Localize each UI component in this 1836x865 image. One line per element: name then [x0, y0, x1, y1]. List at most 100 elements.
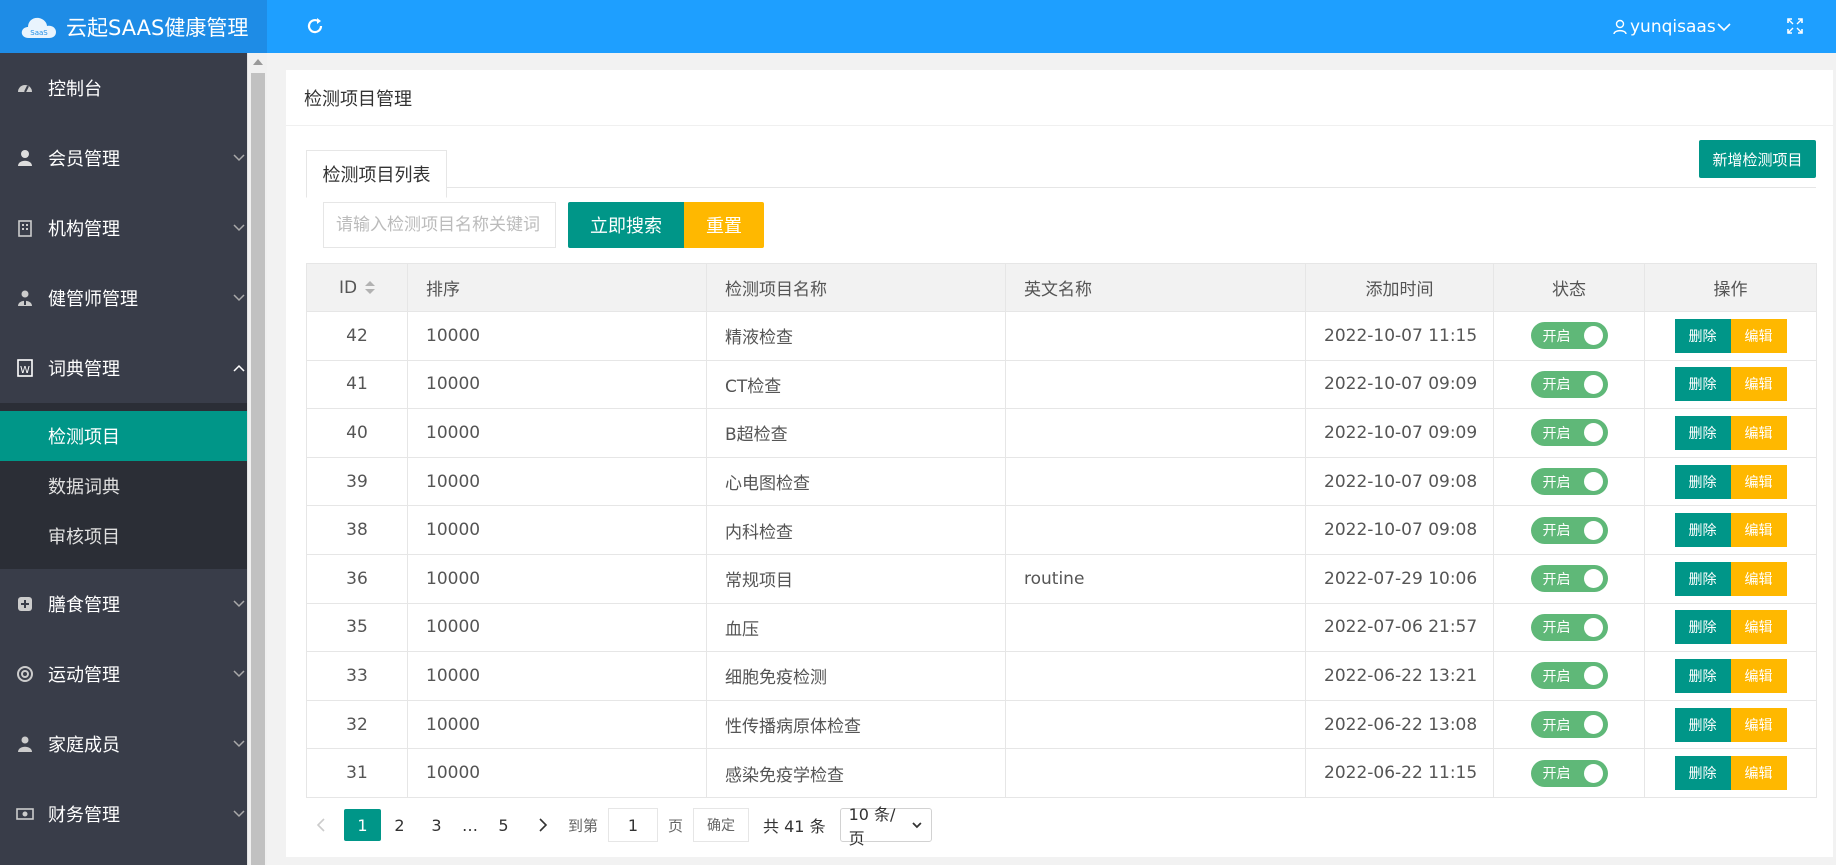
- logo-area[interactable]: SaaS 云起SAAS健康管理: [0, 0, 267, 53]
- sidebar-item-members[interactable]: 会员管理: [0, 123, 247, 193]
- page-size-select[interactable]: 10 条/页: [839, 805, 932, 848]
- cell-id: 41: [306, 359, 408, 410]
- sidebar-subitem-review-items[interactable]: 审核项目: [0, 511, 247, 561]
- cell-status: 开启: [1493, 408, 1645, 458]
- cell-added-time: 2022-10-07 09:09: [1305, 408, 1494, 458]
- table-row: 42 10000 精液检查 2022-10-07 11:15 开启 删除 编辑: [306, 311, 1817, 361]
- sidebar-item-label: 词典管理: [48, 359, 120, 380]
- status-toggle[interactable]: 开启: [1530, 662, 1608, 690]
- sidebar-subitem-data-dictionary[interactable]: 数据词典: [0, 461, 247, 511]
- delete-button[interactable]: 删除: [1674, 658, 1731, 693]
- refresh-button[interactable]: [300, 11, 330, 41]
- delete-button[interactable]: 删除: [1674, 707, 1731, 742]
- tab-test-item-list[interactable]: 检测项目列表: [306, 150, 447, 198]
- status-toggle[interactable]: 开启: [1530, 759, 1608, 787]
- search-input[interactable]: [323, 202, 556, 248]
- sidebar-item-exercise[interactable]: 运动管理: [0, 639, 247, 709]
- column-header-name: 检测项目名称: [706, 263, 1006, 312]
- sidebar-item-health-managers[interactable]: 健管师管理: [0, 263, 247, 333]
- page-button-1[interactable]: 1: [344, 809, 381, 841]
- sidebar-item-finance[interactable]: 财务管理: [0, 779, 247, 849]
- cell-added-time: 2022-06-22 11:15: [1305, 748, 1494, 798]
- table-row: 35 10000 血压 2022-07-06 21:57 开启 删除 编辑: [306, 602, 1817, 653]
- refresh-icon: [307, 18, 323, 34]
- toggle-knob: [1583, 715, 1603, 735]
- chevron-right-icon: [539, 818, 548, 832]
- toggle-knob: [1583, 569, 1603, 589]
- status-toggle[interactable]: 开启: [1530, 516, 1608, 544]
- toggle-knob: [1583, 763, 1603, 783]
- fullscreen-button[interactable]: [1780, 11, 1810, 41]
- edit-button[interactable]: 编辑: [1730, 318, 1787, 353]
- sort-icon[interactable]: [365, 280, 376, 295]
- sidebar-item-organizations[interactable]: 机构管理: [0, 193, 247, 263]
- delete-button[interactable]: 删除: [1674, 610, 1731, 645]
- edit-button[interactable]: 编辑: [1730, 367, 1787, 402]
- user-icon: [16, 149, 34, 167]
- status-toggle[interactable]: 开启: [1530, 711, 1608, 739]
- delete-button[interactable]: 删除: [1674, 367, 1731, 402]
- cell-id: 35: [306, 602, 408, 653]
- add-test-item-button[interactable]: 新增检测项目: [1699, 140, 1816, 178]
- delete-button[interactable]: 删除: [1674, 415, 1731, 450]
- edit-button[interactable]: 编辑: [1730, 756, 1787, 791]
- edit-button[interactable]: 编辑: [1730, 561, 1787, 596]
- status-toggle[interactable]: 开启: [1530, 370, 1608, 398]
- sidebar-item-dictionary[interactable]: W 词典管理: [0, 333, 247, 403]
- cell-added-time: 2022-10-07 09:09: [1305, 359, 1494, 410]
- status-toggle[interactable]: 开启: [1530, 613, 1608, 641]
- cell-operations: 删除 编辑: [1644, 359, 1817, 410]
- delete-button[interactable]: 删除: [1674, 561, 1731, 596]
- goto-confirm-button[interactable]: 确定: [693, 808, 750, 842]
- sidebar-item-dashboard[interactable]: 控制台: [0, 53, 247, 123]
- delete-button[interactable]: 删除: [1674, 756, 1731, 791]
- goto-page-input[interactable]: [608, 808, 659, 842]
- status-toggle[interactable]: 开启: [1530, 565, 1608, 593]
- test-items-table: ID 排序 检测项目名称 英文名称 添加时间 状态 操作 42 10000 精液检查…: [306, 263, 1817, 798]
- cell-id: 38: [306, 505, 408, 555]
- cell-name: 内科检查: [706, 505, 1006, 555]
- scroll-thumb[interactable]: [251, 73, 265, 865]
- cell-sort: 10000: [407, 408, 707, 458]
- edit-button[interactable]: 编辑: [1730, 658, 1787, 693]
- scroll-up-arrow-icon[interactable]: [253, 59, 263, 65]
- status-toggle[interactable]: 开启: [1530, 322, 1608, 350]
- cell-name: 性传播病原体检查: [706, 699, 1006, 750]
- page-button-last[interactable]: 5: [485, 809, 522, 841]
- user-menu[interactable]: yunqisaas: [1612, 12, 1734, 42]
- column-header-id[interactable]: ID: [306, 263, 408, 312]
- svg-text:SaaS: SaaS: [30, 29, 48, 37]
- edit-button[interactable]: 编辑: [1730, 610, 1787, 645]
- search-button[interactable]: 立即搜索: [568, 202, 684, 248]
- status-toggle-label: 开启: [1542, 377, 1571, 394]
- row-actions: 删除 编辑: [1674, 658, 1787, 693]
- cell-operations: 删除 编辑: [1644, 505, 1817, 555]
- page-button-3[interactable]: 3: [418, 809, 455, 841]
- prev-page-button[interactable]: [306, 810, 336, 840]
- chevron-down-icon: [233, 294, 245, 302]
- reset-button[interactable]: 重置: [684, 202, 764, 248]
- edit-button[interactable]: 编辑: [1730, 707, 1787, 742]
- cell-name: 血压: [706, 602, 1006, 653]
- total-count: 共 41 条: [763, 817, 826, 836]
- column-header-added-time: 添加时间: [1305, 263, 1494, 312]
- row-actions: 删除 编辑: [1674, 513, 1787, 548]
- delete-button[interactable]: 删除: [1674, 513, 1731, 548]
- row-actions: 删除 编辑: [1674, 415, 1787, 450]
- cell-sort: 10000: [407, 456, 707, 507]
- delete-button[interactable]: 删除: [1674, 464, 1731, 499]
- edit-button[interactable]: 编辑: [1730, 464, 1787, 499]
- status-toggle-label: 开启: [1542, 620, 1571, 637]
- sidebar-item-family[interactable]: 家庭成员: [0, 709, 247, 779]
- sidebar-item-diet[interactable]: 膳食管理: [0, 569, 247, 639]
- next-page-button[interactable]: [528, 810, 558, 840]
- page-button-2[interactable]: 2: [381, 809, 418, 841]
- sidebar-scrollbar[interactable]: [247, 53, 267, 865]
- sidebar-subitem-test-items[interactable]: 检测项目: [0, 411, 247, 461]
- edit-button[interactable]: 编辑: [1730, 415, 1787, 450]
- status-toggle[interactable]: 开启: [1530, 468, 1608, 496]
- edit-button[interactable]: 编辑: [1730, 513, 1787, 548]
- status-toggle-label: 开启: [1542, 668, 1571, 685]
- status-toggle[interactable]: 开启: [1530, 419, 1608, 447]
- delete-button[interactable]: 删除: [1674, 318, 1731, 353]
